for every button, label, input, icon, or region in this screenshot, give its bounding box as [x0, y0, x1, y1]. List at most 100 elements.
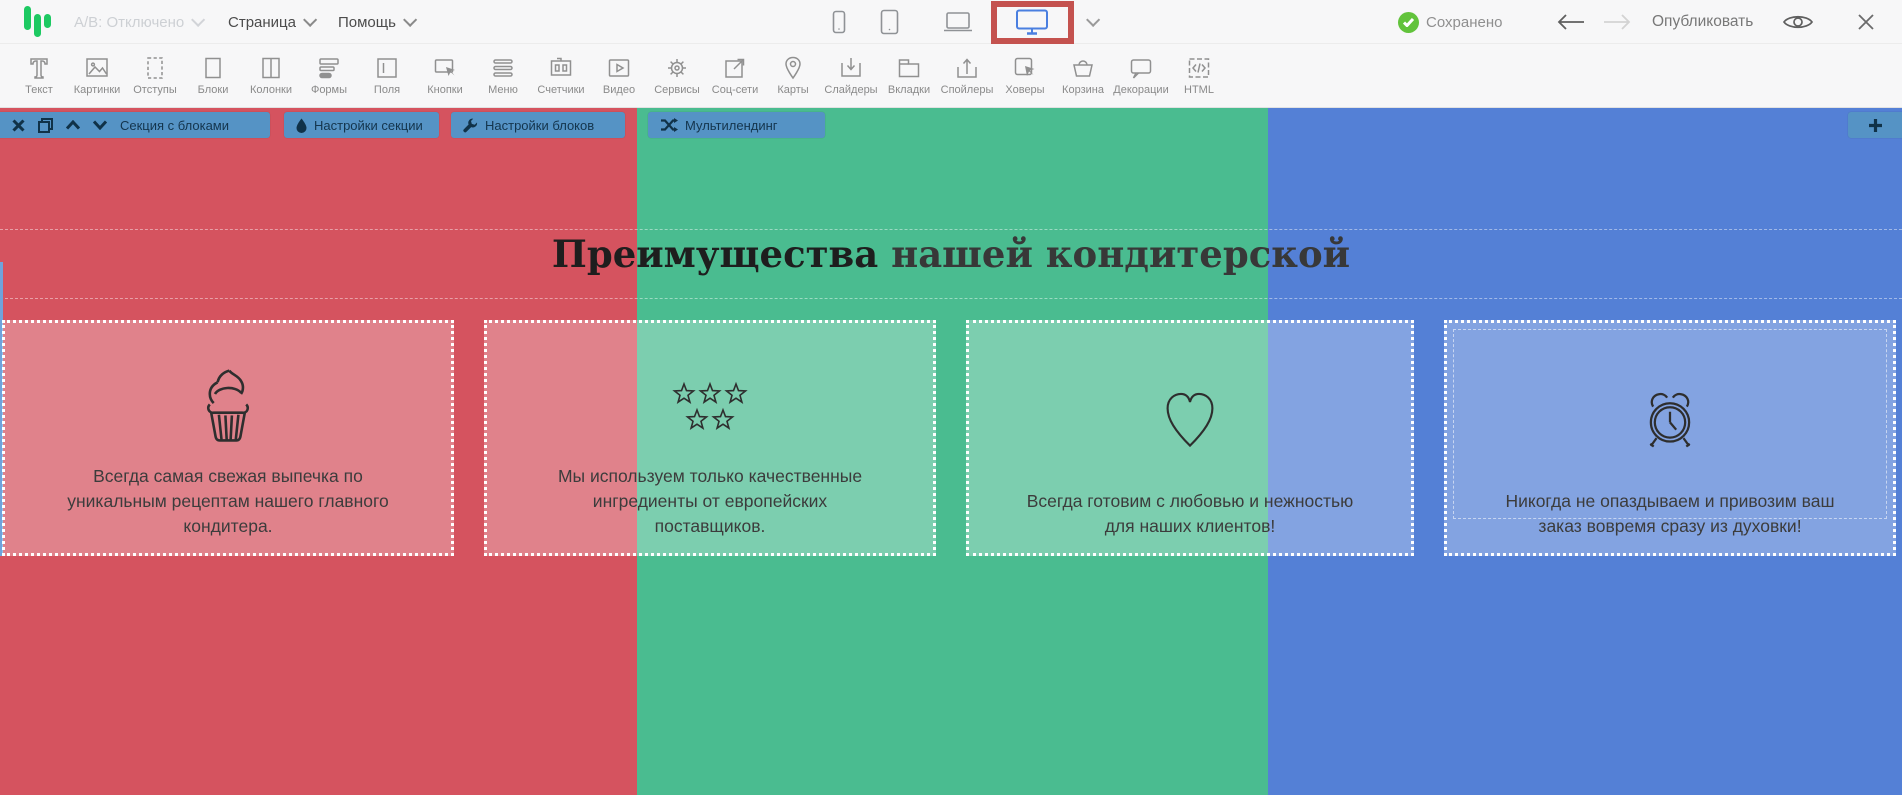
delete-section-icon[interactable] [12, 119, 25, 132]
forms-icon [316, 55, 342, 81]
arrow-left-icon [1556, 13, 1586, 31]
tool-columns[interactable]: Колонки [242, 55, 300, 96]
spacing-icon [142, 55, 168, 81]
preview-tablet-button[interactable] [880, 0, 899, 44]
droplet-icon [296, 118, 307, 133]
close-icon [1856, 12, 1876, 32]
counters-icon [548, 55, 574, 81]
tool-text[interactable]: Текст [10, 55, 68, 96]
chevron-down-icon [303, 13, 317, 27]
tool-spacing[interactable]: Отступы [126, 55, 184, 96]
feature-card-2[interactable]: Мы используем только качественные ингред… [484, 320, 936, 556]
preview-laptop-button[interactable] [942, 0, 974, 44]
saved-check-icon [1398, 12, 1419, 33]
tool-html[interactable]: HTML [1170, 55, 1228, 96]
buttons-icon [432, 55, 458, 81]
topbar: A/B: Отключено Страница Помощь [0, 0, 1902, 44]
feature-card-4[interactable]: Никогда не опаздываем и привозим ваш зак… [1444, 320, 1896, 556]
tool-blocks[interactable]: Блоки [184, 55, 242, 96]
move-section-up-icon[interactable] [66, 120, 80, 130]
menu-icon [490, 55, 516, 81]
section-controls: Секция с блоками Настройки секции Настро… [0, 112, 1902, 138]
publish-label: Опубликовать [1652, 13, 1753, 31]
alarm-clock-icon [1634, 349, 1706, 489]
sliders-icon [838, 55, 864, 81]
wrench-icon [463, 118, 478, 133]
app-logo[interactable] [24, 0, 51, 44]
shuffle-icon [660, 118, 678, 132]
undo-button[interactable] [1556, 0, 1586, 44]
tool-services[interactable]: Сервисы [648, 55, 706, 96]
tool-hovers[interactable]: Ховеры [996, 55, 1054, 96]
duplicate-section-icon[interactable] [38, 118, 53, 133]
close-editor-button[interactable] [1856, 0, 1876, 44]
tool-menu[interactable]: Меню [474, 55, 532, 96]
video-icon [606, 55, 632, 81]
editor-window: A/B: Отключено Страница Помощь [0, 0, 1902, 795]
chevron-down-icon [191, 13, 205, 27]
tool-maps[interactable]: Карты [764, 55, 822, 96]
move-section-down-icon[interactable] [93, 120, 107, 130]
feature-card-1[interactable]: Всегда самая свежая выпечка по уникальны… [2, 320, 454, 556]
section-heading[interactable]: Преимущества нашей кондитерской [0, 232, 1902, 276]
cupcake-icon [189, 349, 267, 464]
text-icon [26, 55, 52, 81]
ab-test-menu[interactable]: A/B: Отключено [74, 0, 201, 44]
help-menu-label: Помощь [338, 14, 396, 31]
section-label: Секция с блоками [120, 118, 229, 133]
maps-icon [780, 55, 806, 81]
tool-buttons[interactable]: Кнопки [416, 55, 474, 96]
feature-card-3[interactable]: Всегда готовим с любовью и нежностью для… [966, 320, 1414, 556]
logo-icon [24, 6, 51, 38]
add-section-button[interactable] [1848, 112, 1902, 138]
columns-icon [258, 55, 284, 81]
page-menu-label: Страница [228, 14, 296, 31]
card-text: Никогда не опаздываем и привозим ваш зак… [1505, 489, 1834, 539]
elements-toolbar: Текст Картинки Отступы Блоки Колонки Фор… [0, 44, 1902, 108]
tool-social[interactable]: Соц-сети [706, 55, 764, 96]
chevron-down-icon [403, 13, 417, 27]
preview-phone-button[interactable] [832, 0, 846, 44]
help-menu[interactable]: Помощь [338, 0, 413, 44]
block-guide-line-bottom [0, 298, 1902, 299]
chevron-down-icon [1086, 13, 1100, 27]
tool-counters[interactable]: Счетчики [532, 55, 590, 96]
social-icon [722, 55, 748, 81]
phone-icon [832, 10, 846, 34]
tool-video[interactable]: Видео [590, 55, 648, 96]
card-text: Всегда самая свежая выпечка по уникальны… [67, 464, 389, 539]
redo-button[interactable] [1602, 0, 1632, 44]
saved-label: Сохранено [1426, 14, 1502, 31]
section-main-bar: Секция с блоками [0, 112, 270, 138]
spoilers-icon [954, 55, 980, 81]
section-settings-button[interactable]: Настройки секции [284, 112, 439, 138]
stars-icon [667, 349, 753, 464]
heart-icon [1158, 349, 1222, 489]
page-canvas: Секция с блоками Настройки секции Настро… [0, 108, 1902, 795]
blocks-settings-button[interactable]: Настройки блоков [451, 112, 625, 138]
tool-spoilers[interactable]: Спойлеры [938, 55, 996, 96]
tool-fields[interactable]: Поля [358, 55, 416, 96]
decorations-icon [1128, 55, 1154, 81]
card-text: Мы используем только качественные ингред… [558, 464, 862, 539]
tool-decorations[interactable]: Декорации [1112, 55, 1170, 96]
tool-tabs[interactable]: Вкладки [880, 55, 938, 96]
annotation-highlight-box [991, 1, 1074, 44]
preview-more-menu[interactable] [1086, 0, 1096, 44]
blocks-icon [200, 55, 226, 81]
hovers-icon [1012, 55, 1038, 81]
tool-forms[interactable]: Формы [300, 55, 358, 96]
publish-button[interactable]: Опубликовать [1652, 0, 1753, 44]
block-guide-line-top [0, 229, 1902, 230]
preview-page-button[interactable] [1782, 0, 1814, 44]
multilanding-button[interactable]: Мультилендинг [648, 112, 825, 138]
tool-images[interactable]: Картинки [68, 55, 126, 96]
html-icon [1186, 55, 1212, 81]
page-menu[interactable]: Страница [228, 0, 313, 44]
tool-sliders[interactable]: Слайдеры [822, 55, 880, 96]
arrow-right-icon [1602, 13, 1632, 31]
tool-cart[interactable]: Корзина [1054, 55, 1112, 96]
cart-icon [1070, 55, 1096, 81]
heading-part-2: нашей кондитерской [878, 232, 1350, 276]
plus-icon [1868, 118, 1883, 133]
